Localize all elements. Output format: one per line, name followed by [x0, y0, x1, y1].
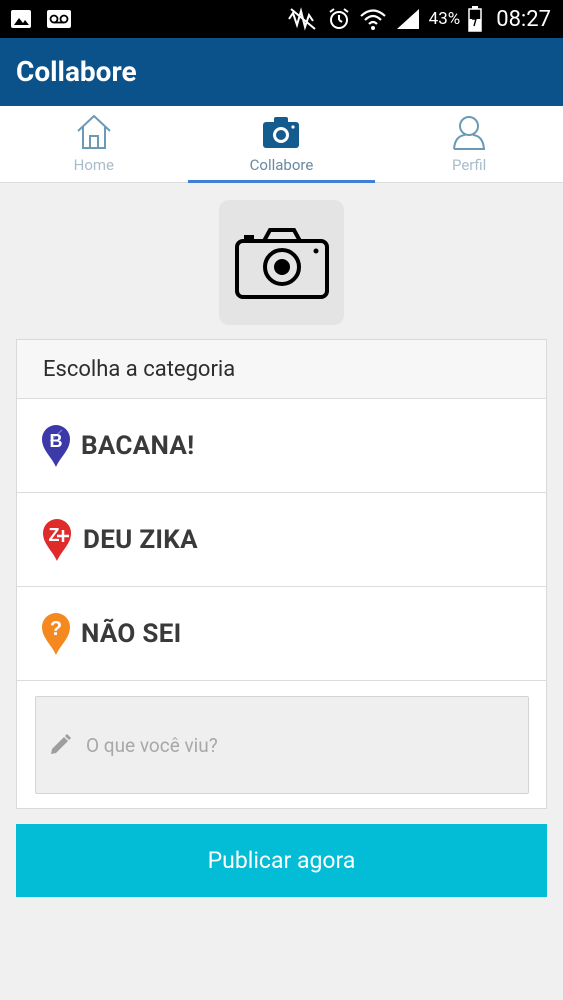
category-card: Escolha a categoria B BACANA! Z DEU ZIKA… [16, 339, 547, 809]
wifi-icon [359, 9, 386, 30]
pencil-icon [51, 734, 71, 754]
camera-icon [234, 227, 329, 299]
svg-text:B: B [50, 431, 63, 451]
svg-text:?: ? [50, 618, 62, 640]
tab-perfil[interactable]: Perfil [375, 106, 563, 182]
tab-bar: Home Collabore Perfil [0, 106, 563, 183]
publish-button[interactable]: Publicar agora [16, 824, 547, 897]
pin-question-icon: ? [42, 612, 70, 655]
battery-percent: 43% [428, 9, 461, 29]
home-icon [77, 114, 111, 149]
tab-collabore[interactable]: Collabore [187, 106, 376, 183]
category-bacana[interactable]: B BACANA! [17, 399, 546, 493]
comment-input[interactable] [86, 733, 506, 757]
category-label: BACANA! [81, 430, 195, 461]
alarm-icon [329, 8, 349, 29]
pin-b-icon: B [42, 424, 70, 467]
app-title: Collabore [16, 55, 137, 88]
app-bar: Collabore [0, 38, 563, 106]
voicemail-icon [47, 10, 71, 28]
tab-collabore-label: Collabore [249, 156, 314, 174]
camera-icon [263, 117, 300, 148]
clock: 08:27 [496, 6, 551, 32]
tab-indicator [187, 180, 376, 183]
tab-home[interactable]: Home [0, 106, 188, 182]
status-bar: 43% 08:27 [0, 0, 563, 38]
category-label: NÃO SEI [81, 618, 182, 649]
user-icon [453, 116, 486, 150]
battery-icon [468, 6, 482, 32]
category-label: DEU ZIKA [83, 524, 198, 555]
tab-home-label: Home [73, 156, 115, 174]
category-nao-sei[interactable]: ? NÃO SEI [17, 587, 546, 681]
tab-perfil-label: Perfil [451, 156, 487, 174]
image-icon [11, 10, 31, 28]
category-header: Escolha a categoria [17, 340, 546, 399]
pin-z-icon: Z [43, 518, 71, 561]
mute-icon [287, 7, 316, 31]
comment-field[interactable] [35, 696, 529, 794]
take-photo-button[interactable] [219, 200, 344, 325]
signal-icon [396, 9, 419, 29]
category-deu-zika[interactable]: Z DEU ZIKA [17, 493, 546, 587]
